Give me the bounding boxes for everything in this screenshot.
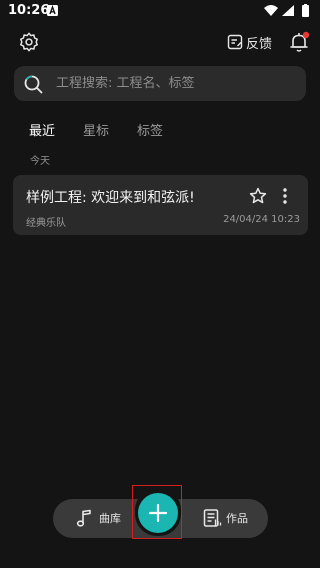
bell-icon bbox=[290, 31, 310, 52]
nav-works-label: 作品 bbox=[226, 512, 248, 525]
nav-works-button[interactable]: 作品 bbox=[202, 508, 248, 528]
wifi-icon bbox=[264, 5, 278, 16]
tab-tags[interactable]: 标签 bbox=[137, 120, 163, 139]
feedback-button[interactable]: 反馈 bbox=[227, 31, 272, 53]
tab-recent[interactable]: 最近 bbox=[29, 120, 55, 139]
search-icon bbox=[24, 75, 43, 93]
search-input[interactable] bbox=[56, 76, 296, 91]
project-date: 24/04/24 10:23 bbox=[223, 214, 300, 225]
tab-starred[interactable]: 星标 bbox=[83, 120, 109, 139]
project-card[interactable]: 样例工程: 欢迎来到和弦派! 经典乐队 24/04/24 10:23 bbox=[13, 175, 308, 235]
battery-icon bbox=[302, 5, 309, 17]
notification-a-icon bbox=[47, 5, 58, 16]
status-time: 10:26 bbox=[8, 3, 50, 18]
highlight-frame bbox=[132, 485, 182, 539]
notification-dot-icon bbox=[302, 31, 310, 39]
search-bar[interactable] bbox=[14, 66, 306, 101]
filter-tabs: 最近 星标 标签 bbox=[29, 120, 163, 139]
nav-library-label: 曲库 bbox=[99, 512, 121, 525]
project-template: 经典乐队 bbox=[26, 218, 66, 229]
system-status-icons bbox=[264, 4, 309, 17]
feedback-icon bbox=[227, 34, 243, 50]
feedback-label: 反馈 bbox=[246, 36, 273, 52]
gear-icon[interactable] bbox=[18, 31, 40, 53]
signal-icon bbox=[282, 5, 294, 16]
section-label-today: 今天 bbox=[30, 156, 50, 167]
more-options-icon[interactable] bbox=[279, 187, 291, 205]
status-bar: 10:26 bbox=[0, 0, 320, 22]
star-icon[interactable] bbox=[249, 187, 267, 205]
music-note-icon bbox=[76, 509, 91, 527]
document-list-icon bbox=[203, 509, 222, 527]
nav-library-button[interactable]: 曲库 bbox=[75, 508, 121, 528]
project-title: 样例工程: 欢迎来到和弦派! bbox=[26, 190, 195, 206]
notification-button[interactable] bbox=[287, 30, 311, 54]
